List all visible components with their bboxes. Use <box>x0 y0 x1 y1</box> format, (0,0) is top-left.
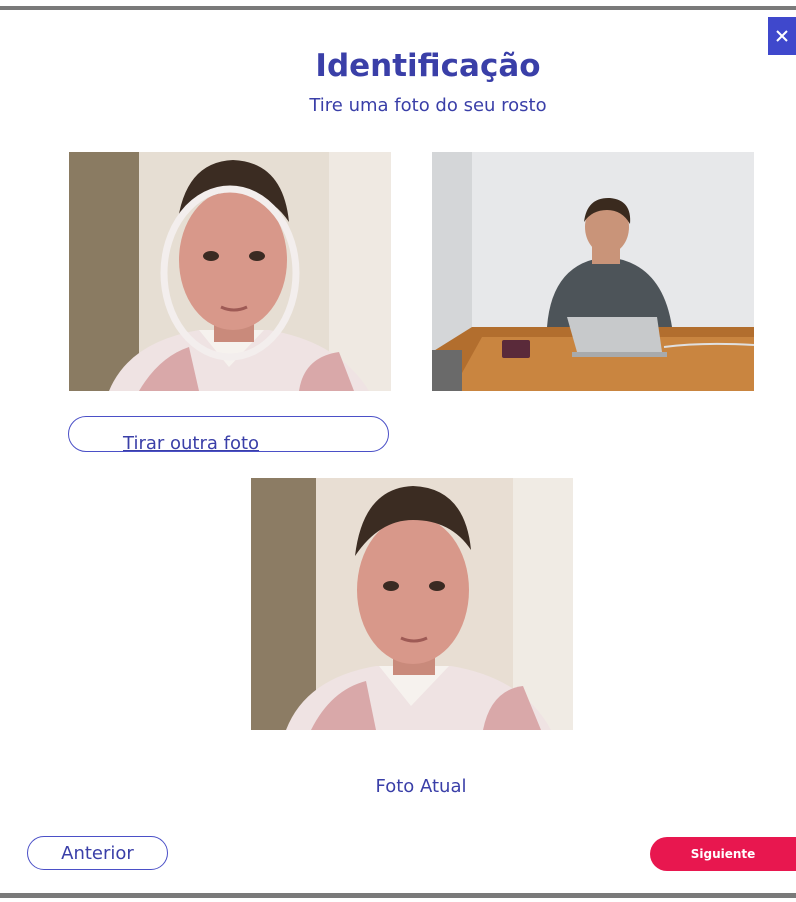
window-bottom-border <box>0 893 796 898</box>
page-subtitle: Tire uma foto do seu rosto <box>309 95 547 116</box>
next-button[interactable]: Siguiente <box>650 837 796 871</box>
close-icon <box>776 30 788 42</box>
retake-photo-button[interactable]: Tirar outra foto <box>68 416 389 452</box>
retake-photo-label: Tirar outra foto <box>123 433 260 452</box>
current-photo-label: Foto Atual <box>375 776 467 797</box>
page-title: Identificação <box>315 48 541 84</box>
window-top-border <box>0 6 796 10</box>
captured-photo <box>69 152 391 391</box>
example-photo <box>432 152 754 391</box>
previous-button[interactable]: Anterior <box>27 836 168 870</box>
current-photo <box>251 478 573 730</box>
